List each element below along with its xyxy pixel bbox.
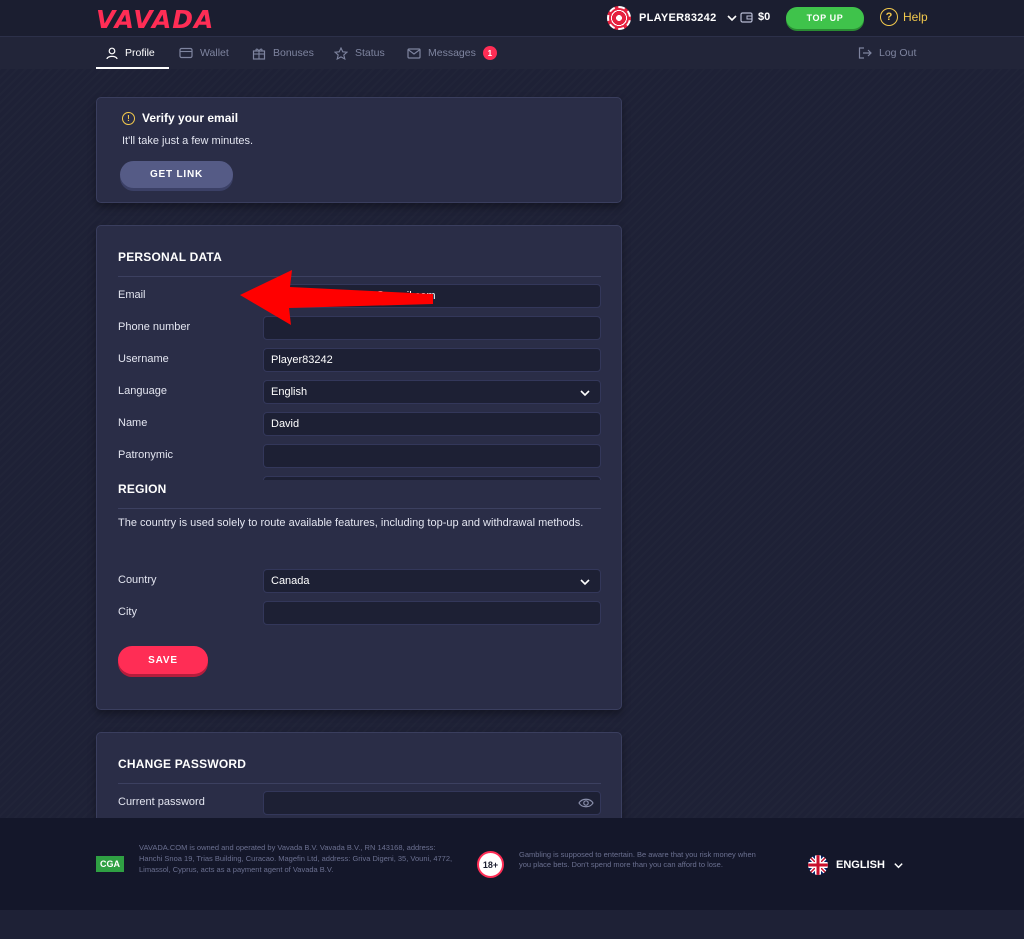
username-field[interactable]: Player83242 xyxy=(263,348,601,372)
chevron-down-icon xyxy=(580,390,590,397)
username-value: Player83242 xyxy=(271,354,333,366)
city-label: City xyxy=(118,606,137,618)
region-description: The country is used solely to route avai… xyxy=(118,517,584,529)
region-title: REGION xyxy=(118,482,167,496)
logout-icon xyxy=(858,47,872,59)
hidden-field-edge xyxy=(263,476,601,480)
change-password-title: CHANGE PASSWORD xyxy=(118,757,247,771)
top-bar: VAVADA PLAYER83242 $0 TOP UP ? Help xyxy=(0,0,1024,36)
name-label: Name xyxy=(118,417,148,429)
footer: CGA VAVADA.COM is owned and operated by … xyxy=(0,818,1024,910)
user-menu[interactable]: PLAYER83242 xyxy=(607,6,739,30)
username-label: Username xyxy=(118,353,169,365)
divider xyxy=(118,783,601,784)
change-password-card: CHANGE PASSWORD Current password xyxy=(96,732,622,832)
verify-title-text: Verify your email xyxy=(142,111,239,125)
avatar[interactable] xyxy=(607,6,631,30)
page-bottom xyxy=(0,910,1024,939)
tab-profile[interactable]: Profile xyxy=(96,37,169,69)
profile-nav: Profile Wallet Bonuses Status Messages 1… xyxy=(0,36,1024,69)
city-field[interactable] xyxy=(263,601,601,625)
user-icon xyxy=(106,47,118,59)
cga-logo: CGA xyxy=(96,856,124,872)
language-select[interactable]: English xyxy=(263,380,601,404)
help-link[interactable]: ? Help xyxy=(880,8,928,26)
country-select[interactable]: Canada xyxy=(263,569,601,593)
patronymic-field[interactable] xyxy=(263,444,601,468)
current-password-field[interactable] xyxy=(263,791,601,815)
help-label: Help xyxy=(903,10,928,24)
mail-icon xyxy=(407,47,421,59)
username-label: PLAYER83242 xyxy=(639,12,717,24)
save-button[interactable]: SAVE xyxy=(118,646,208,674)
chevron-down-icon xyxy=(580,579,590,586)
star-icon xyxy=(334,46,348,60)
red-arrow-annotation xyxy=(240,270,433,325)
eye-icon[interactable] xyxy=(578,797,594,809)
legal-text: VAVADA.COM is owned and operated by Vava… xyxy=(139,843,453,874)
get-link-button[interactable]: GET LINK xyxy=(120,161,233,188)
language-value: English xyxy=(271,386,308,398)
tab-status-label: Status xyxy=(355,47,385,59)
country-label: Country xyxy=(118,574,157,586)
chevron-down-icon xyxy=(894,862,903,868)
divider xyxy=(118,508,601,509)
tab-bonuses-label: Bonuses xyxy=(273,47,314,59)
current-password-label: Current password xyxy=(118,796,205,808)
personal-data-title: PERSONAL DATA xyxy=(118,250,222,264)
tab-messages[interactable]: Messages 1 xyxy=(407,37,497,69)
wallet-icon xyxy=(179,47,193,59)
language-label: ENGLISH xyxy=(836,859,885,871)
logout-label: Log Out xyxy=(879,47,917,59)
gift-icon xyxy=(252,48,266,60)
responsible-gambling-text: Gambling is supposed to entertain. Be aw… xyxy=(519,850,756,869)
tab-profile-label: Profile xyxy=(125,47,155,59)
language-switcher[interactable]: ENGLISH xyxy=(808,855,904,875)
verify-email-card: ! Verify your email It'll take just a fe… xyxy=(96,97,622,203)
tab-status[interactable]: Status xyxy=(334,37,385,69)
logout-link[interactable]: Log Out xyxy=(858,37,916,69)
age-18-badge: 18+ xyxy=(477,851,504,878)
uk-flag-icon xyxy=(808,855,828,875)
language-label: Language xyxy=(118,385,167,397)
messages-count-badge: 1 xyxy=(482,46,497,60)
tab-messages-label: Messages xyxy=(428,47,476,59)
balance-value: $0 xyxy=(758,11,771,23)
vavada-logo[interactable]: VAVADA xyxy=(96,5,214,34)
name-value: David xyxy=(271,418,300,430)
chevron-down-icon[interactable] xyxy=(725,11,739,25)
wallet-icon xyxy=(740,11,753,23)
top-up-button[interactable]: TOP UP xyxy=(786,7,864,29)
verify-title: ! Verify your email xyxy=(122,111,238,125)
balance[interactable]: $0 xyxy=(740,11,770,23)
country-value: Canada xyxy=(271,575,310,587)
verify-subtitle: It'll take just a few minutes. xyxy=(122,135,254,147)
name-field[interactable]: David xyxy=(263,412,601,436)
warning-icon: ! xyxy=(122,111,135,125)
question-icon: ? xyxy=(880,8,898,26)
email-label: Email xyxy=(118,289,146,301)
tab-bonuses[interactable]: Bonuses xyxy=(252,37,314,69)
phone-label: Phone number xyxy=(118,321,191,333)
tab-wallet[interactable]: Wallet xyxy=(179,37,229,69)
patronymic-label: Patronymic xyxy=(118,449,174,461)
tab-wallet-label: Wallet xyxy=(200,47,229,59)
